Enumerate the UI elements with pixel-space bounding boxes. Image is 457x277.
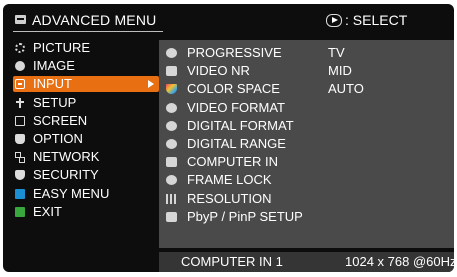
- submenu-item-label: VIDEO NR: [187, 63, 250, 79]
- security-icon: [15, 170, 25, 181]
- menu-item-security[interactable]: SECURITY: [3, 167, 158, 183]
- submenu-item-video-format[interactable]: VIDEO FORMAT: [159, 100, 454, 116]
- menu-header: ADVANCED MENU : SELECT: [3, 4, 454, 38]
- main-menu: PICTURE IMAGE INPUT SETUP SCREEN OPTION …: [3, 40, 159, 222]
- menu-item-picture[interactable]: PICTURE: [3, 40, 158, 56]
- submenu-arrow-icon: [148, 80, 154, 89]
- submenu-item-label: DIGITAL RANGE: [187, 135, 286, 151]
- menu-item-label: IMAGE: [33, 58, 75, 74]
- digital-format-icon: [166, 120, 177, 131]
- menu-item-label: EASY MENU: [33, 185, 110, 201]
- menu-item-input[interactable]: INPUT: [13, 76, 159, 93]
- header-underline: [13, 31, 163, 32]
- option-icon: [15, 133, 25, 144]
- image-icon: [15, 61, 25, 72]
- color-space-icon: [166, 84, 177, 95]
- menu-item-easy-menu[interactable]: EASY MENU: [3, 186, 158, 202]
- submenu-item-label: COLOR SPACE: [187, 81, 280, 97]
- signal-resolution: 1024 x 768 @60Hz: [345, 254, 454, 269]
- submenu-item-label: PbyP / PinP SETUP: [187, 208, 303, 224]
- menu-item-label: OPTION: [33, 130, 83, 146]
- submenu-item-pbyp-pinp-setup[interactable]: PbyP / PinP SETUP: [159, 209, 454, 225]
- picture-icon: [15, 43, 25, 53]
- progressive-icon: [166, 48, 177, 58]
- screen-icon: [15, 115, 25, 126]
- video-format-icon: [166, 102, 177, 113]
- submenu-item-progressive[interactable]: PROGRESSIVE TV: [159, 45, 454, 61]
- resolution-icon: [166, 193, 177, 204]
- submenu-item-color-space[interactable]: COLOR SPACE AUTO: [159, 81, 454, 97]
- submenu-item-value: MID: [328, 63, 352, 79]
- submenu-item-value: AUTO: [328, 81, 364, 97]
- submenu-item-digital-range[interactable]: DIGITAL RANGE: [159, 136, 454, 152]
- submenu-item-digital-format[interactable]: DIGITAL FORMAT: [159, 118, 454, 134]
- select-hint-label: : SELECT: [345, 12, 408, 28]
- input-source: COMPUTER IN 1: [181, 254, 283, 269]
- computer-in-icon: [166, 157, 177, 168]
- submenu-item-label: RESOLUTION: [187, 190, 272, 206]
- exit-icon: [15, 206, 25, 217]
- input-submenu: PROGRESSIVE TV VIDEO NR MID COLOR SPACE …: [159, 40, 454, 248]
- submenu-item-computer-in[interactable]: COMPUTER IN: [159, 154, 454, 170]
- frame-lock-icon: [166, 175, 177, 186]
- menu-item-screen[interactable]: SCREEN: [3, 113, 158, 129]
- submenu-item-label: PROGRESSIVE: [187, 45, 282, 60]
- menu-icon: [15, 15, 26, 24]
- network-icon: [15, 152, 25, 164]
- menu-item-label: SECURITY: [33, 167, 99, 183]
- status-bar: COMPUTER IN 1 1024 x 768 @60Hz: [159, 252, 454, 272]
- submenu-item-label: DIGITAL FORMAT: [187, 117, 294, 133]
- submenu-item-value: TV: [328, 45, 345, 60]
- submenu-item-label: FRAME LOCK: [187, 172, 272, 188]
- menu-item-exit[interactable]: EXIT: [3, 204, 158, 220]
- pbyp-pinp-icon: [166, 211, 177, 222]
- submenu-item-label: COMPUTER IN: [187, 154, 278, 170]
- menu-item-network[interactable]: NETWORK: [3, 149, 158, 165]
- submenu-item-resolution[interactable]: RESOLUTION: [159, 191, 454, 207]
- input-icon: [15, 79, 25, 90]
- menu-item-label: INPUT: [33, 76, 72, 92]
- menu-item-label: EXIT: [33, 203, 62, 219]
- submenu-item-frame-lock[interactable]: FRAME LOCK: [159, 172, 454, 188]
- submenu-item-video-nr[interactable]: VIDEO NR MID: [159, 63, 454, 79]
- menu-item-setup[interactable]: SETUP: [3, 95, 158, 111]
- digital-range-icon: [166, 138, 177, 149]
- menu-item-image[interactable]: IMAGE: [3, 58, 158, 74]
- menu-item-option[interactable]: OPTION: [3, 131, 158, 147]
- menu-item-label: NETWORK: [33, 149, 100, 165]
- easy-menu-icon: [15, 188, 25, 199]
- select-hint: : SELECT: [326, 12, 407, 28]
- menu-item-label: PICTURE: [33, 40, 91, 55]
- projector-osd-menu: ADVANCED MENU : SELECT PICTURE IMAGE INP…: [3, 4, 454, 272]
- select-enter-icon: [326, 14, 342, 27]
- menu-title: ADVANCED MENU: [32, 12, 157, 28]
- submenu-item-label: VIDEO FORMAT: [187, 99, 285, 115]
- menu-item-label: SCREEN: [33, 112, 88, 128]
- video-nr-icon: [166, 66, 177, 77]
- setup-icon: [15, 97, 25, 108]
- menu-item-label: SETUP: [33, 94, 77, 110]
